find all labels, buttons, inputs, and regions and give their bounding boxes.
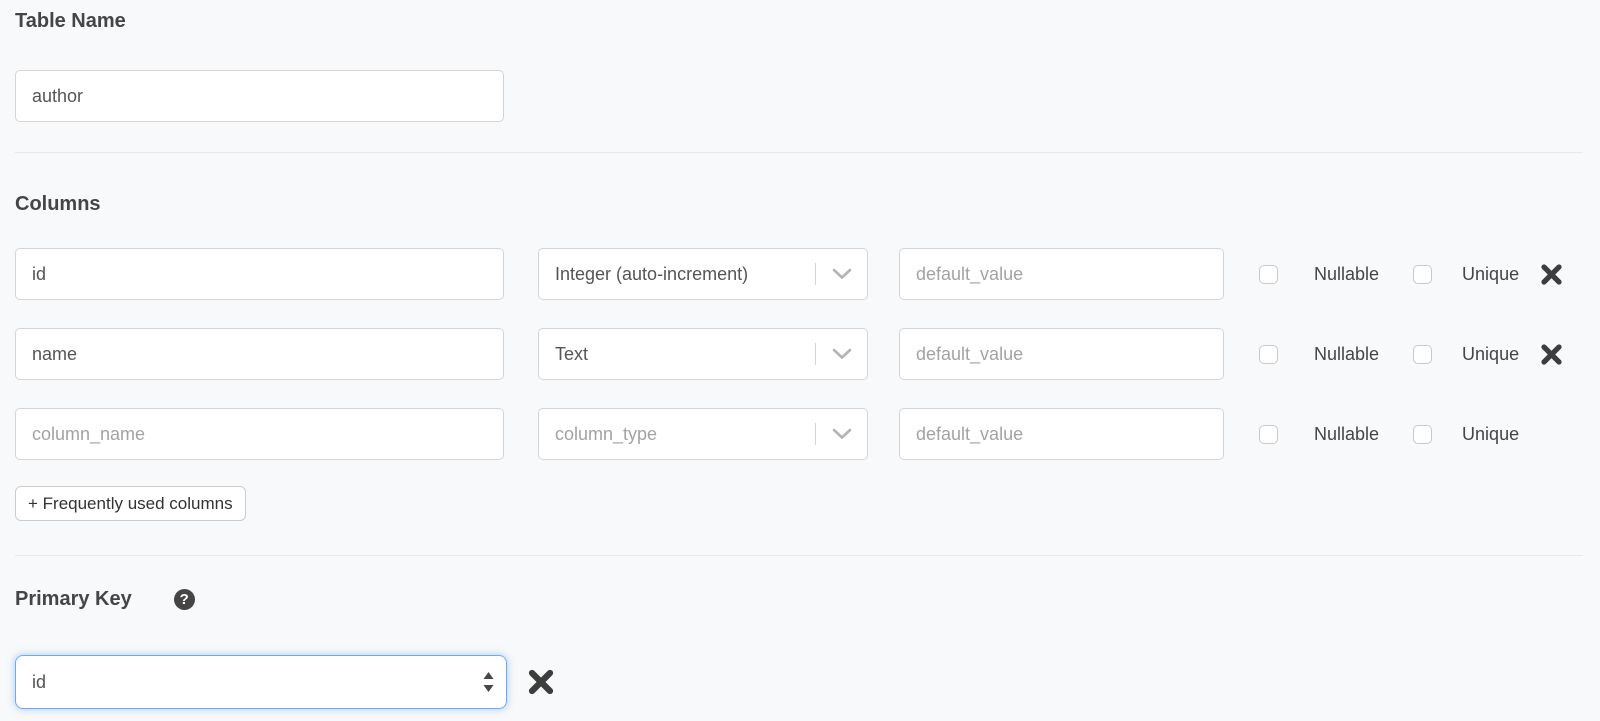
chevron-down-icon	[832, 348, 852, 360]
unique-checkbox[interactable]	[1413, 345, 1432, 364]
column-type-value: Text	[555, 344, 588, 365]
column-name-input[interactable]	[15, 248, 504, 300]
default-value-input[interactable]	[899, 328, 1224, 380]
unique-label: Unique	[1462, 264, 1519, 285]
divider	[15, 152, 1583, 153]
columns-heading: Columns	[15, 193, 1600, 215]
select-separator	[815, 343, 816, 365]
create-table-form: Table Name Columns Integer (auto-increme…	[0, 0, 1600, 709]
primary-key-select[interactable]: id	[15, 655, 507, 709]
chevron-down-icon	[832, 268, 852, 280]
table-name-input[interactable]	[15, 70, 504, 122]
remove-column-icon[interactable]	[1540, 263, 1563, 286]
column-type-value: Integer (auto-increment)	[555, 264, 748, 285]
column-name-input[interactable]	[15, 408, 504, 460]
column-type-select[interactable]: column_type	[538, 408, 868, 460]
primary-key-heading: Primary Key	[15, 588, 132, 610]
remove-column-icon[interactable]	[1540, 343, 1563, 366]
column-type-select[interactable]: Integer (auto-increment)	[538, 248, 868, 300]
primary-key-select-wrap: id	[15, 655, 507, 709]
question-circle-icon[interactable]: ?	[174, 589, 195, 610]
nullable-label: Nullable	[1314, 424, 1379, 445]
default-value-input[interactable]	[899, 248, 1224, 300]
column-name-input[interactable]	[15, 328, 504, 380]
nullable-checkbox[interactable]	[1259, 345, 1278, 364]
column-row: Integer (auto-increment) Nullable Unique	[15, 248, 1600, 300]
default-value-input[interactable]	[899, 408, 1224, 460]
chevron-down-icon	[832, 428, 852, 440]
divider	[15, 555, 1583, 556]
nullable-label: Nullable	[1314, 264, 1379, 285]
nullable-label: Nullable	[1314, 344, 1379, 365]
primary-key-row: id	[15, 655, 1600, 709]
table-name-heading: Table Name	[15, 0, 1600, 32]
primary-key-header: Primary Key ?	[15, 588, 1600, 610]
column-row: Text Nullable Unique	[15, 328, 1600, 380]
select-separator	[815, 423, 816, 445]
unique-label: Unique	[1462, 344, 1519, 365]
unique-checkbox[interactable]	[1413, 425, 1432, 444]
nullable-checkbox[interactable]	[1259, 265, 1278, 284]
column-type-placeholder: column_type	[555, 424, 657, 445]
nullable-checkbox[interactable]	[1259, 425, 1278, 444]
unique-label: Unique	[1462, 424, 1519, 445]
column-row: column_type Nullable Unique	[15, 408, 1600, 460]
column-type-select[interactable]: Text	[538, 328, 868, 380]
remove-primary-key-icon[interactable]	[527, 668, 555, 696]
frequently-used-columns-button[interactable]: + Frequently used columns	[15, 486, 246, 521]
unique-checkbox[interactable]	[1413, 265, 1432, 284]
select-separator	[815, 263, 816, 285]
